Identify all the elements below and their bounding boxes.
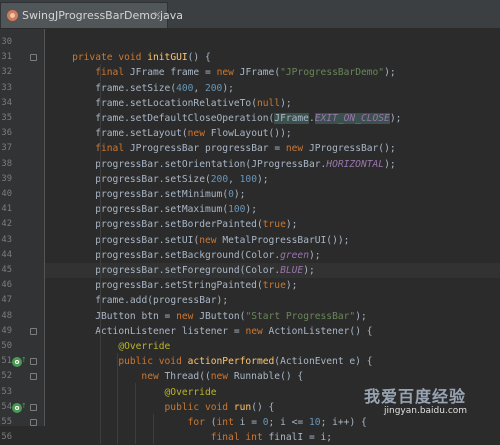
tab-swing-jprogressbar-demo[interactable]: SwingJProgressBarDemo.java ×: [0, 2, 183, 28]
code-text: for (int i = 0; i <= 10; i++) {: [187, 417, 367, 428]
fold-toggle-icon[interactable]: [30, 327, 37, 335]
line-number: 40: [1, 189, 12, 199]
line-number: 44: [1, 249, 12, 260]
code-line: 40 progressBar.setMinimum(0);: [1, 187, 500, 202]
code-line: 46 progressBar.setStringPainted(true);: [1, 278, 500, 293]
code-text: frame.setLayout(new FlowLayout());: [95, 128, 292, 140]
code-line: 35 frame.setDefaultCloseOperation(JFrame…: [1, 111, 500, 126]
editor-tab-bar: SwingJProgressBarDemo.java ×: [0, 0, 500, 29]
line-number: 39: [1, 173, 12, 184]
line-number: 34: [1, 97, 12, 108]
code-text: final JProgressBar progressBar = new JPr…: [95, 143, 396, 155]
fold-toggle-icon[interactable]: [30, 358, 37, 366]
line-number: 51: [1, 356, 12, 367]
code-editor[interactable]: 30 31 private void initGUI() {32 final JF…: [1, 29, 500, 445]
code-line: 50 @Override: [1, 339, 500, 354]
code-line: 49 ActionListener listener = new ActionL…: [1, 324, 500, 339]
java-class-icon: [7, 10, 18, 21]
code-line: 38 progressBar.setOrientation(JProgressB…: [1, 157, 500, 172]
code-line: 41 progressBar.setMaximum(100);: [1, 202, 500, 217]
line-number: 49: [1, 325, 12, 336]
watermark-text: 我爱百度经验: [364, 387, 467, 406]
code-line: 33 frame.setSize(400, 200);: [1, 81, 500, 96]
code-line: 47 frame.add(progressBar);: [1, 293, 500, 308]
line-number: 53: [1, 386, 12, 397]
line-number: 36: [1, 128, 12, 139]
line-number: 45: [1, 265, 12, 275]
line-number: 55: [1, 417, 12, 427]
code-line: 32 final JFrame frame = new JFrame("JPro…: [1, 65, 500, 80]
watermark-url: jingyan.baidu.com: [384, 406, 468, 416]
fold-toggle-icon[interactable]: [30, 54, 37, 62]
code-text: public void run() {: [164, 401, 275, 413]
code-text: @Override: [118, 341, 171, 352]
code-line: 34 frame.setLocationRelativeTo(null);: [1, 96, 500, 111]
code-line: 43 progressBar.setUI(new MetalProgressBa…: [1, 233, 500, 248]
line-number: 32: [1, 67, 12, 78]
code-text: progressBar.setBackground(Color.green);: [95, 249, 321, 261]
line-number: 42: [1, 219, 12, 230]
code-text: @Override: [164, 386, 217, 398]
fold-toggle-icon[interactable]: [30, 419, 37, 426]
line-number: 47: [1, 295, 12, 306]
code-text: progressBar.setForeground(Color.BLUE);: [95, 265, 315, 276]
code-text: private void initGUI() {: [72, 52, 211, 64]
code-text: frame.setDefaultCloseOperation(JFrame.EX…: [95, 113, 402, 124]
line-number: 31: [1, 52, 12, 63]
line-number: 54: [1, 401, 12, 412]
line-number: 33: [1, 82, 12, 93]
code-line: 44 progressBar.setBackground(Color.green…: [1, 248, 500, 263]
indent-guide: [135, 383, 136, 445]
line-number: 43: [1, 234, 12, 245]
code-line: 42 progressBar.setBorderPainted(true);: [1, 217, 500, 232]
line-number: 50: [1, 341, 12, 351]
code-text: frame.setSize(400, 200);: [95, 82, 234, 94]
code-line: 30: [1, 35, 500, 50]
line-number: 48: [1, 310, 12, 321]
line-number: 35: [1, 113, 12, 123]
line-number: 38: [1, 158, 12, 169]
close-tab-icon[interactable]: ×: [153, 9, 162, 21]
indent-guide: [117, 353, 118, 445]
code-text: frame.add(progressBar);: [95, 295, 229, 307]
code-line: 51 public void actionPerformed(ActionEve…: [1, 354, 500, 369]
code-line: 56 final int finalI = i;: [1, 430, 500, 445]
indent-guide: [100, 64, 101, 445]
code-line: 48 JButton btn = new JButton("Start Prog…: [1, 309, 500, 324]
code-line: 36 frame.setLayout(new FlowLayout());: [1, 126, 500, 141]
baidu-watermark: 我爱百度经验 jingyan.baidu.com: [332, 373, 497, 423]
code-text: public void actionPerformed(ActionEvent …: [118, 356, 373, 368]
code-text: progressBar.setUI(new MetalProgressBarUI…: [95, 234, 350, 246]
code-line: 37 final JProgressBar progressBar = new …: [1, 141, 500, 156]
line-number: 46: [1, 280, 12, 291]
override-arrow-icon: ↑: [21, 401, 27, 410]
code-text: progressBar.setMaximum(100);: [95, 204, 257, 216]
code-text: progressBar.setStringPainted(true);: [95, 280, 298, 292]
line-number: 52: [1, 371, 12, 382]
line-number: 30: [1, 37, 12, 47]
code-text: ActionListener listener = new ActionList…: [95, 325, 373, 337]
code-text: final JFrame frame = new JFrame("JProgre…: [95, 67, 396, 79]
code-text: JButton btn = new JButton("Start Progres…: [95, 310, 367, 322]
code-line: 39 progressBar.setSize(200, 100);: [1, 172, 500, 187]
code-line: 45 progressBar.setForeground(Color.BLUE)…: [1, 263, 500, 278]
fold-toggle-icon[interactable]: [30, 403, 37, 411]
code-text: frame.setLocationRelativeTo(null);: [95, 97, 292, 109]
code-text: progressBar.setSize(200, 100);: [95, 173, 269, 185]
line-number: 37: [1, 143, 12, 154]
indent-guide: [153, 413, 154, 445]
line-number: 41: [1, 204, 12, 215]
override-arrow-icon: ↑: [21, 356, 27, 365]
code-line: 31 private void initGUI() {: [1, 50, 500, 65]
fold-toggle-icon[interactable]: [30, 373, 37, 381]
line-number: 56: [1, 432, 12, 443]
code-text: progressBar.setMinimum(0);: [95, 189, 246, 200]
code-text: progressBar.setOrientation(JProgressBar.…: [95, 158, 396, 170]
code-text: new Thread((new Runnable() {: [141, 371, 304, 383]
code-text: final int finalI = i;: [210, 432, 333, 444]
code-text: progressBar.setBorderPainted(true);: [95, 219, 298, 231]
